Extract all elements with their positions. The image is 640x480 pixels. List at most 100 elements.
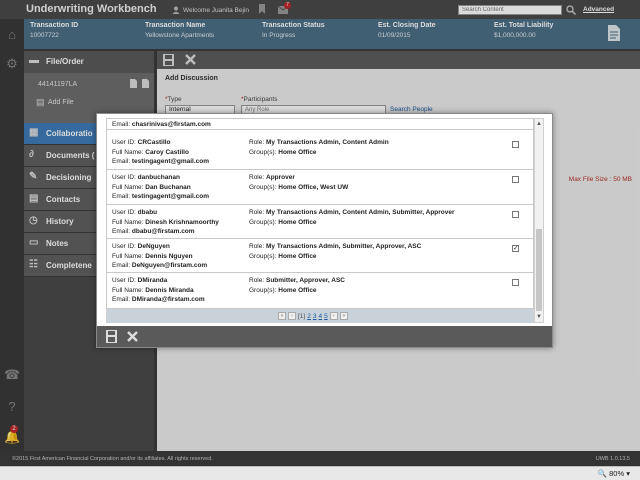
save-icon[interactable] — [106, 330, 117, 343]
select-user-checkbox[interactable] — [512, 279, 519, 286]
list-item: User ID: DeNguyen Full Name: Dennis Nguy… — [107, 239, 533, 273]
role-line: Role: My Transactions Admin, Content Adm… — [249, 208, 455, 218]
role: My Transactions Admin, Content Admin — [266, 139, 389, 146]
field-value: chasrinivas@firstam.com — [131, 121, 211, 128]
groups-line: Group(s): Home Office — [249, 286, 345, 296]
email: dbabu@firstam.com — [131, 228, 195, 235]
role: Approver — [266, 174, 295, 181]
user-identity: User ID: DeNguyen Full Name: Dennis Nguy… — [112, 242, 207, 271]
list-item: User ID: dbabu Full Name: Dinesh Krishna… — [107, 205, 533, 239]
field-label: Full Name: — [112, 218, 144, 226]
field-label: Full Name: — [112, 252, 144, 260]
user-id-line: User ID: DeNguyen — [112, 242, 207, 252]
field-label: Role: — [249, 174, 265, 181]
select-user-checkbox[interactable]: ✓ — [512, 245, 519, 252]
first-page-button[interactable]: « — [278, 312, 286, 320]
current-page: [1] — [298, 312, 306, 320]
select-user-checkbox[interactable] — [512, 176, 519, 183]
role: My Transactions Admin, Submitter, Approv… — [266, 243, 422, 250]
email-line: Email: DMiranda@firstam.com — [112, 295, 205, 305]
field-label: Role: — [249, 243, 265, 250]
email-line: Email: testingagent@gmail.com — [112, 192, 209, 202]
groups-line: Group(s): Home Office — [249, 218, 455, 228]
field-label: Email: — [112, 262, 131, 269]
field-label: Group(s): — [249, 183, 277, 191]
user-email: Email: chasrinivas@firstam.com — [112, 120, 211, 130]
field-label: Full Name: — [112, 286, 144, 294]
groups-line: Group(s): Home Office — [249, 252, 421, 262]
select-user-checkbox[interactable] — [512, 211, 519, 218]
close-icon[interactable] — [127, 331, 138, 342]
email-line: Email: DeNguyen@firstam.com — [112, 261, 207, 271]
groups: Home Office, West UW — [278, 183, 349, 191]
page-link[interactable]: 3 — [313, 313, 317, 320]
zoom-level[interactable]: 🔍 80% ▾ — [598, 469, 630, 478]
page-link[interactable]: 2 — [307, 313, 311, 320]
full-name-line: Full Name: Dennis Miranda — [112, 286, 205, 296]
groups: Home Office — [278, 218, 317, 226]
next-page-button[interactable]: › — [329, 312, 338, 320]
field-label: Email: — [112, 158, 131, 165]
field-label: Group(s): — [249, 148, 277, 156]
groups: Home Office — [278, 286, 317, 294]
full-name: Dennis Nguyen — [145, 252, 193, 260]
full-name: Dan Buchanan — [145, 183, 191, 191]
role-line: Role: Approver — [249, 173, 348, 183]
scroll-down-icon[interactable]: ▼ — [535, 312, 543, 322]
modal-toolbar — [97, 326, 552, 347]
user-id-line: User ID: CRCastillo — [112, 138, 209, 148]
participants-modal: Email: chasrinivas@firstam.com User ID: … — [96, 113, 553, 348]
field-label: Role: — [249, 139, 265, 146]
user-id-line: User ID: dbabu — [112, 208, 219, 218]
page-link[interactable]: 4 — [318, 313, 322, 320]
field-label: Group(s): — [249, 286, 277, 294]
select-user-checkbox[interactable] — [512, 141, 519, 148]
full-name-line: Full Name: Dan Buchanan — [112, 183, 209, 193]
user-id: dbabu — [137, 209, 158, 216]
field-label: Group(s): — [249, 252, 277, 260]
checkmark-icon: ✓ — [513, 245, 519, 252]
browser-status-bar: 🔍 80% ▾ — [0, 466, 640, 480]
field-label: Full Name: — [112, 148, 144, 156]
page-link[interactable]: 5 — [324, 313, 328, 320]
user-id: CRCastillo — [137, 139, 171, 146]
field-label: Email: — [112, 296, 131, 303]
email: testingagent@gmail.com — [131, 158, 210, 165]
role: Submitter, Approver, ASC — [266, 277, 345, 284]
field-label: Full Name: — [112, 183, 144, 191]
field-label: Email: — [112, 193, 131, 200]
scroll-up-icon[interactable]: ▲ — [535, 119, 543, 129]
user-roles: Role: My Transactions Admin, Content Adm… — [249, 208, 455, 227]
list-item: User ID: CRCastillo Full Name: Caroy Cas… — [107, 135, 533, 170]
user-list: Email: chasrinivas@firstam.com User ID: … — [106, 118, 534, 309]
role-line: Role: Submitter, Approver, ASC — [249, 276, 345, 286]
last-page-button[interactable]: » — [339, 312, 348, 320]
full-name-line: Full Name: Dinesh Krishnamoorthy — [112, 218, 219, 228]
user-identity: User ID: dbabu Full Name: Dinesh Krishna… — [112, 208, 219, 237]
user-identity: User ID: CRCastillo Full Name: Caroy Cas… — [112, 138, 209, 167]
role: My Transactions Admin, Content Admin, Su… — [266, 209, 455, 216]
field-label: User ID: — [112, 277, 136, 284]
field-label: Role: — [249, 277, 265, 284]
full-name: Dinesh Krishnamoorthy — [145, 218, 219, 226]
email: DeNguyen@firstam.com — [131, 262, 208, 269]
groups: Home Office — [278, 148, 317, 156]
user-id: DeNguyen — [137, 243, 170, 250]
pagination: « ‹ [1] 2 3 4 5 › » — [106, 309, 534, 323]
prev-page-button[interactable]: ‹ — [288, 312, 296, 320]
user-id-line: User ID: DMiranda — [112, 276, 205, 286]
modal-scrollbar[interactable]: ▲ ▼ — [534, 118, 544, 323]
email-line: Email: testingagent@gmail.com — [112, 157, 209, 167]
field-label: User ID: — [112, 243, 136, 250]
pagination-controls: « ‹ [1] 2 3 4 5 › » — [278, 312, 348, 320]
full-name-line: Full Name: Dennis Nguyen — [112, 252, 207, 262]
email: testingagent@gmail.com — [131, 193, 210, 200]
user-roles: Role: My Transactions Admin, Content Adm… — [249, 138, 389, 157]
user-id: DMiranda — [137, 277, 168, 284]
list-item: Email: chasrinivas@firstam.com — [107, 119, 533, 130]
field-label: Group(s): — [249, 218, 277, 226]
scroll-thumb[interactable] — [536, 229, 542, 311]
field-label: Role: — [249, 209, 265, 216]
field-label: User ID: — [112, 139, 136, 146]
groups-line: Group(s): Home Office — [249, 148, 389, 158]
